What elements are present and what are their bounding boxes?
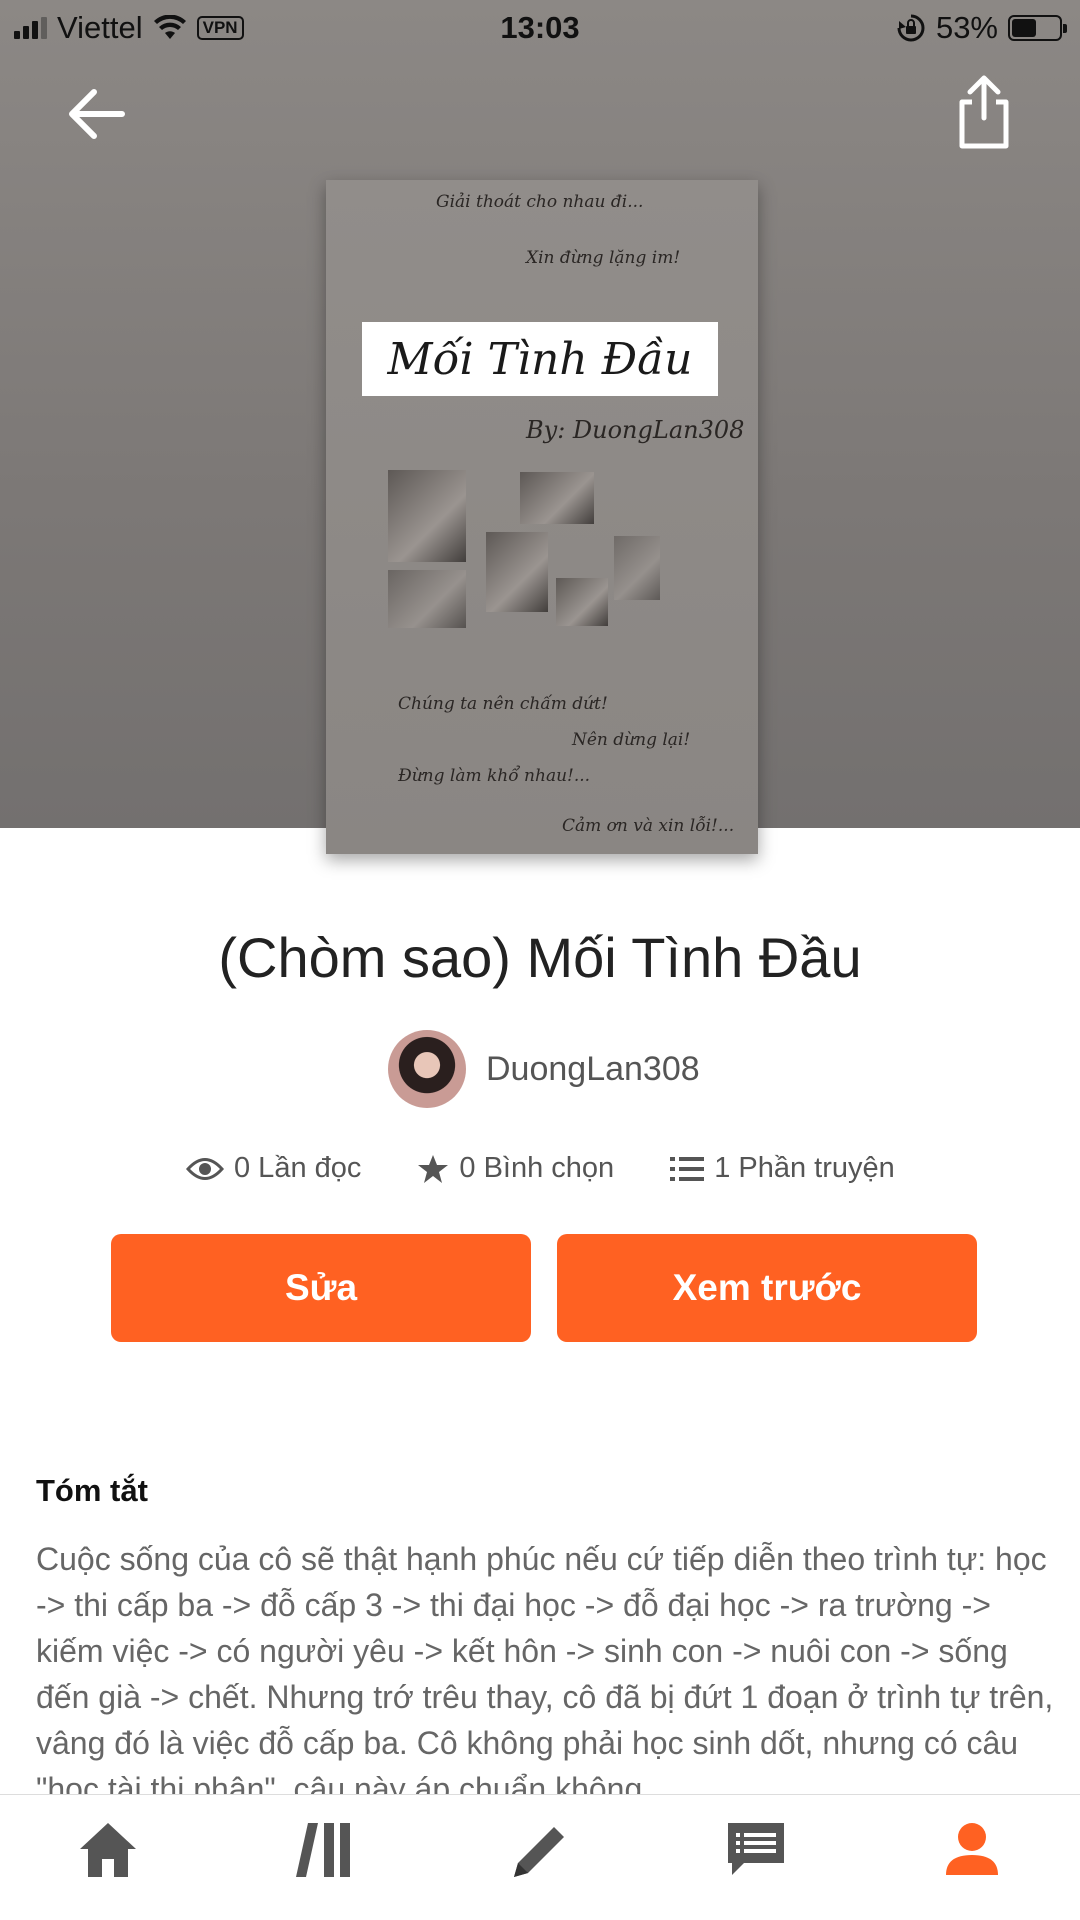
eye-icon [186, 1157, 224, 1180]
library-icon [296, 1823, 350, 1877]
cover-photo [556, 578, 608, 626]
battery-icon [1008, 15, 1067, 41]
cover-line: Giải thoát cho nhau đi... [436, 192, 644, 212]
status-bar: Viettel VPN 13:03 53% [0, 0, 1080, 56]
write-icon [514, 1827, 564, 1877]
cover-line: Nên dừng lại! [572, 730, 691, 750]
profile-icon [946, 1823, 998, 1875]
cover-title-box: Mối Tình Đầu [362, 322, 718, 396]
cover-line: Chúng ta nên chấm dứt! [398, 694, 608, 714]
book-cover[interactable]: Giải thoát cho nhau đi... Xin đừng lặng … [326, 180, 758, 854]
cover-photo [388, 570, 466, 628]
tab-library[interactable] [216, 1795, 432, 1920]
reads-count: 0 Lần đọc [234, 1152, 362, 1184]
summary-text: Cuộc sống của cô sẽ thật hạnh phúc nếu c… [36, 1541, 1054, 1794]
tab-home[interactable] [0, 1795, 216, 1920]
tab-write[interactable] [432, 1795, 648, 1920]
cover-photo [486, 532, 548, 612]
rotation-lock-icon [897, 14, 925, 42]
parts-stat: 1 Phần truyện [670, 1152, 895, 1185]
avatar[interactable] [388, 1030, 466, 1108]
tab-messages[interactable] [648, 1795, 864, 1920]
back-arrow-icon[interactable] [60, 78, 132, 150]
share-icon[interactable] [952, 72, 1016, 152]
cover-line: Đừng làm khổ nhau!... [398, 766, 591, 786]
story-stats: 0 Lần đọc 0 Bình chọn 1 Phần truyện [186, 1152, 895, 1185]
votes-stat: 0 Bình chọn [417, 1152, 614, 1185]
list-icon [670, 1156, 705, 1181]
cover-photo [614, 536, 660, 600]
parts-count: 1 Phần truyện [714, 1152, 895, 1184]
cover-line: Xin đừng lặng im! [526, 248, 681, 268]
summary-heading: Tóm tắt [36, 1473, 148, 1508]
preview-button[interactable]: Xem trước [557, 1234, 977, 1342]
story-title: (Chòm sao) Mối Tình Đầu [218, 926, 862, 989]
messages-icon [728, 1823, 784, 1875]
cover-title: Mối Tình Đầu [387, 333, 693, 385]
star-icon [418, 1154, 449, 1183]
battery-percent: 53% [935, 10, 998, 45]
home-icon [80, 1823, 136, 1877]
bottom-tab-bar [0, 1794, 1080, 1920]
cover-byline: By: DuongLan308 [526, 416, 745, 444]
cover-line: Cảm ơn và xin lỗi!... [562, 816, 735, 836]
cover-photo [388, 470, 466, 562]
cover-photo [520, 472, 594, 524]
reads-stat: 0 Lần đọc [186, 1152, 361, 1185]
author-link[interactable]: DuongLan308 [388, 1030, 700, 1108]
edit-button[interactable]: Sửa [111, 1234, 531, 1342]
author-name[interactable]: DuongLan308 [486, 1050, 700, 1089]
tab-profile[interactable] [864, 1795, 1080, 1920]
votes-count: 0 Bình chọn [459, 1152, 615, 1184]
